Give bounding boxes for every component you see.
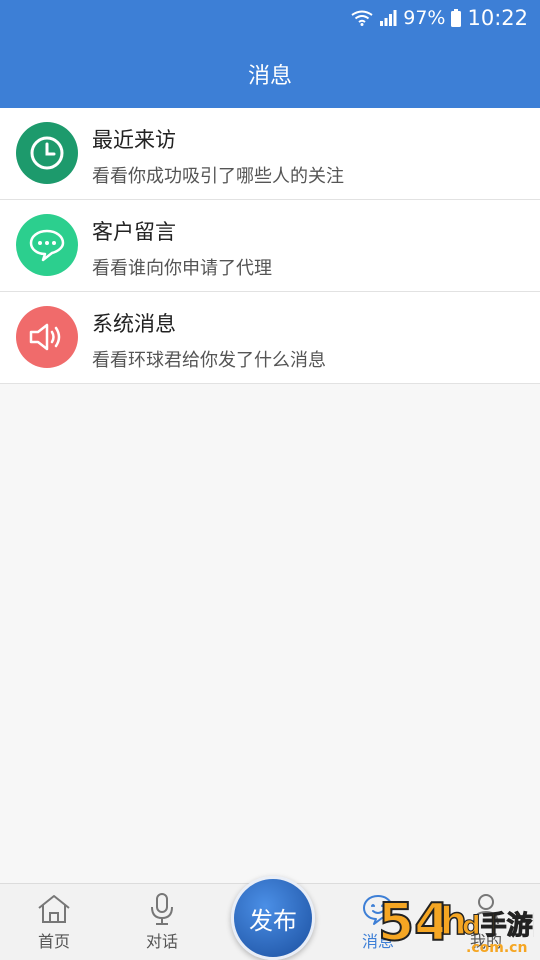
tab-chat[interactable]: 对话 <box>122 892 202 952</box>
battery-icon <box>451 9 462 27</box>
chat-icon <box>16 214 78 276</box>
wifi-icon <box>351 10 373 26</box>
clock-time: 10:22 <box>467 6 528 30</box>
item-title: 客户留言 <box>92 220 176 244</box>
home-icon <box>38 895 70 923</box>
list-item-customer-messages[interactable]: 客户留言 看看谁向你申请了代理 <box>0 200 540 292</box>
item-title: 最近来访 <box>92 128 176 152</box>
item-subtitle: 看看你成功吸引了哪些人的关注 <box>92 166 344 187</box>
battery-percent: 97% <box>403 7 446 29</box>
message-list: 最近来访 看看你成功吸引了哪些人的关注 客户留言 看看谁向你申请了代理 系统消息… <box>0 108 540 384</box>
top-app-bar: 97% 10:22 消息 <box>0 0 540 108</box>
publish-label: 发布 <box>249 906 297 935</box>
status-bar: 97% 10:22 <box>0 0 540 36</box>
item-title: 系统消息 <box>92 312 176 336</box>
svg-text:.com.cn: .com.cn <box>466 940 527 956</box>
publish-button[interactable]: 发布 <box>231 876 315 960</box>
signal-icon <box>380 10 397 26</box>
list-item-recent-visitors[interactable]: 最近来访 看看你成功吸引了哪些人的关注 <box>0 108 540 200</box>
item-subtitle: 看看谁向你申请了代理 <box>92 258 272 279</box>
microphone-icon <box>151 893 173 925</box>
tab-home[interactable]: 首页 <box>14 892 94 952</box>
clock-icon <box>16 122 78 184</box>
speaker-icon <box>16 306 78 368</box>
item-subtitle: 看看环球君给你发了什么消息 <box>92 350 326 371</box>
tab-label: 对话 <box>145 932 178 951</box>
list-item-system-messages[interactable]: 系统消息 看看环球君给你发了什么消息 <box>0 292 540 384</box>
page-title: 消息 <box>247 64 292 89</box>
tab-label: 首页 <box>37 932 70 951</box>
site-watermark-logo: 54 h d手游网 .com.cn <box>377 892 534 956</box>
svg-text:d手游网: d手游网 <box>462 911 534 941</box>
